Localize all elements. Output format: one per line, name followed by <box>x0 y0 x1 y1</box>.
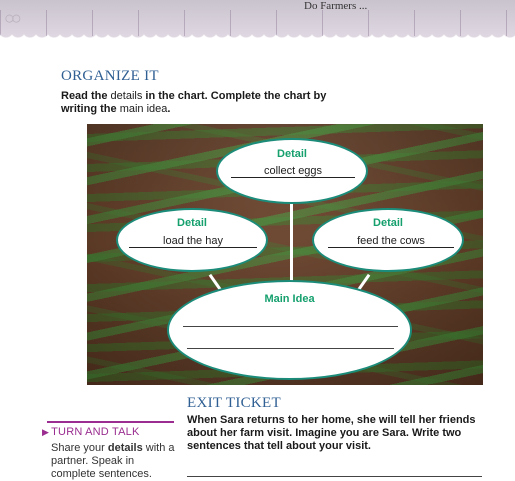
detail-right-answer[interactable]: feed the cows <box>328 235 454 248</box>
torn-paper-edge <box>0 30 515 44</box>
running-header: Do Farmers ... <box>304 0 368 12</box>
decorative-circles: ○○ <box>4 8 22 28</box>
detail-left-title: Detail <box>177 217 207 229</box>
exit-ticket-title: EXIT TICKET <box>187 395 281 411</box>
detail-left-answer[interactable]: load the hay <box>129 235 257 248</box>
main-idea-line-2[interactable] <box>187 348 394 349</box>
detail-oval-left: Detail load the hay <box>116 208 268 272</box>
turn-and-talk-text: Share your details with a partner. Speak… <box>51 442 175 480</box>
section-title: ORGANIZE IT <box>61 68 159 84</box>
detail-oval-top: Detail collect eggs <box>216 138 368 204</box>
detail-oval-right: Detail feed the cows <box>312 208 464 272</box>
turn-and-talk-rule <box>47 421 174 423</box>
detail-top-answer[interactable]: collect eggs <box>231 165 355 178</box>
detail-right-title: Detail <box>373 217 403 229</box>
main-idea-title: Main Idea <box>264 293 315 305</box>
instructions: Read the details in the chart. Complete … <box>61 90 327 115</box>
farm-field-photo: Detail collect eggs Detail load the hay … <box>87 124 483 385</box>
detail-top-title: Detail <box>277 148 307 160</box>
page-top-border: ○○ Do Farmers ... <box>0 0 515 44</box>
main-idea-line-1[interactable] <box>183 326 398 327</box>
main-idea-oval: Main Idea <box>167 280 412 380</box>
turn-and-talk-heading: ▶ TURN AND TALK <box>42 426 140 438</box>
exit-ticket-answer-line[interactable] <box>187 476 482 477</box>
play-triangle-icon: ▶ <box>42 427 50 437</box>
exit-ticket-prompt: When Sara returns to her home, she will … <box>187 414 476 452</box>
